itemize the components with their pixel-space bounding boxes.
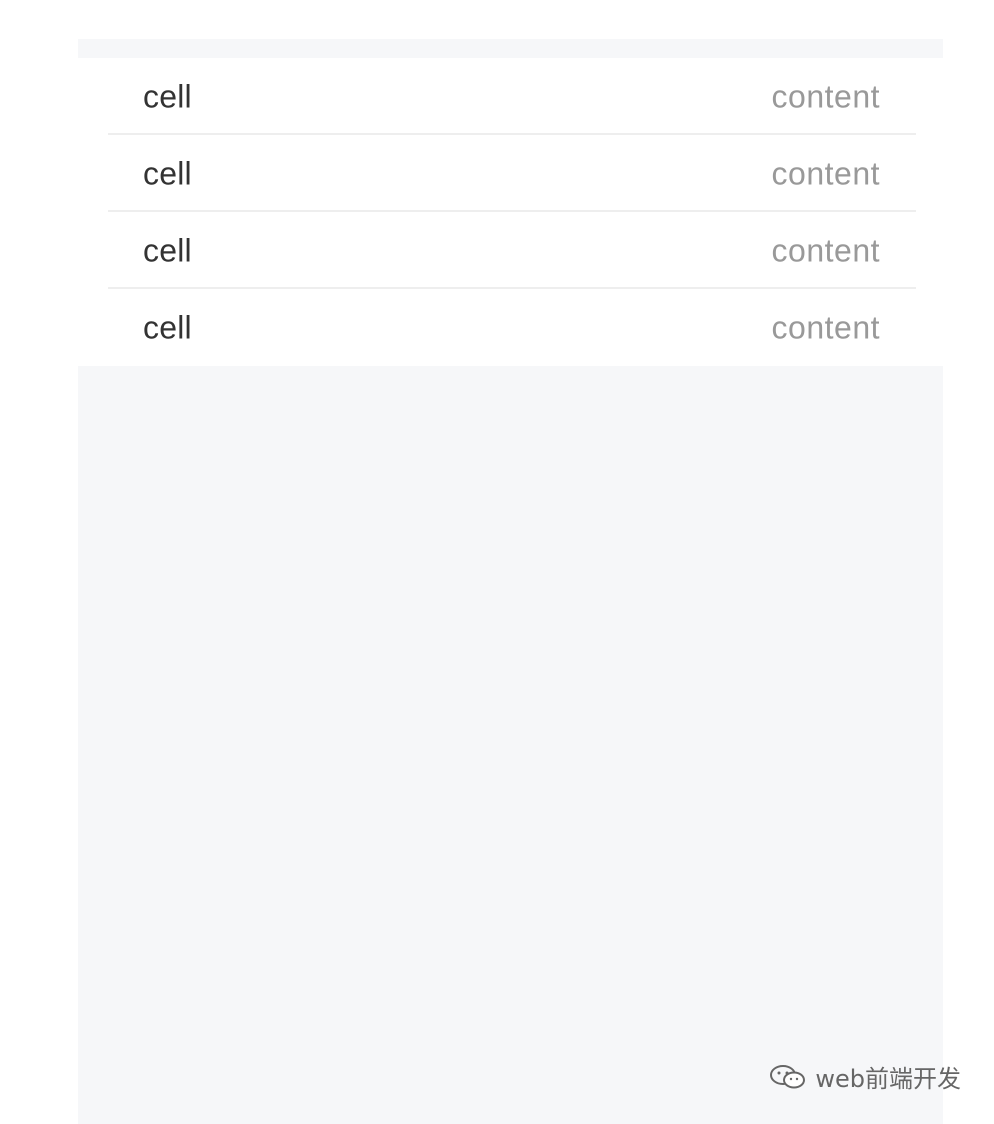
wechat-icon <box>770 1064 806 1088</box>
page: cell content cell content cell content c… <box>0 0 994 1124</box>
cell-item[interactable]: cell content <box>78 58 943 135</box>
watermark-text: web前端开发 <box>815 1065 961 1093</box>
cell-item[interactable]: cell content <box>78 135 943 212</box>
cell-title: cell <box>143 155 192 191</box>
cell-item[interactable]: cell content <box>78 289 943 366</box>
cell-item[interactable]: cell content <box>78 212 943 289</box>
content-panel: cell content cell content cell content c… <box>78 39 943 1124</box>
cell-title: cell <box>143 309 192 345</box>
cell-value: content <box>771 155 880 191</box>
cell-value: content <box>771 309 880 345</box>
cell-value: content <box>771 78 880 114</box>
cell-value: content <box>771 232 880 268</box>
cell-group: cell content cell content cell content c… <box>78 58 943 366</box>
watermark: web前端开发 <box>767 1059 961 1094</box>
cell-title: cell <box>143 232 192 268</box>
cell-title: cell <box>143 78 192 114</box>
